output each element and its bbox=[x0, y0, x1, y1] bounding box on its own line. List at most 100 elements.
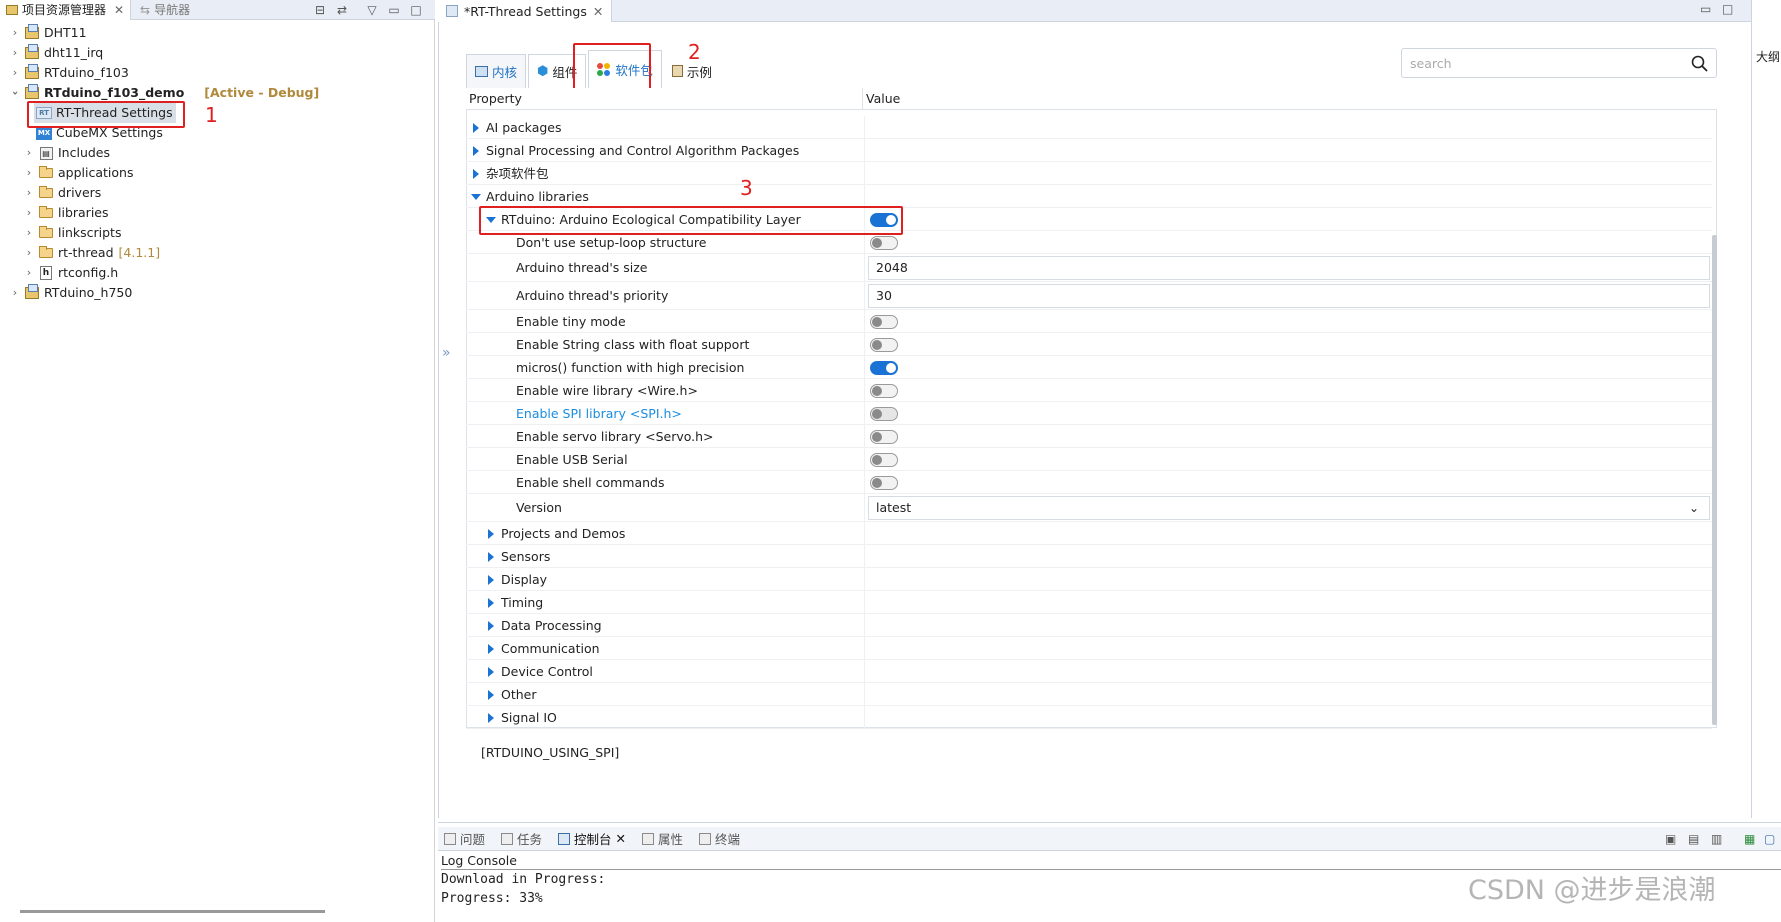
toggle-wire-library[interactable] bbox=[870, 384, 898, 398]
toggle-micros-precision[interactable] bbox=[870, 361, 898, 375]
expand-icon[interactable] bbox=[473, 169, 479, 179]
row-arduino-libraries[interactable]: Arduino libraries bbox=[466, 185, 1712, 208]
row-misc-packages[interactable]: 杂项软件包 bbox=[466, 162, 1712, 185]
search-input[interactable] bbox=[1410, 54, 1670, 72]
pin-console-icon[interactable]: ▤ bbox=[1688, 832, 1699, 846]
row-arduino-thread-size[interactable]: Arduino thread's size 2048 bbox=[466, 254, 1712, 282]
expand-icon[interactable] bbox=[488, 575, 494, 585]
row-other[interactable]: Other bbox=[466, 683, 1712, 706]
close-icon[interactable]: ✕ bbox=[593, 4, 603, 19]
tree-item-libraries[interactable]: › libraries bbox=[22, 203, 109, 223]
thread-size-input[interactable]: 2048 bbox=[868, 256, 1710, 280]
row-ai-packages[interactable]: AI packages bbox=[466, 116, 1712, 139]
double-chevron-right-icon[interactable]: » bbox=[442, 345, 458, 361]
open-console-icon[interactable]: ▦ bbox=[1744, 832, 1755, 846]
view-menu-icon[interactable]: ▽ bbox=[364, 2, 380, 18]
row-usb-serial[interactable]: Enable USB Serial bbox=[466, 448, 1712, 471]
chevron-right-icon[interactable]: › bbox=[8, 63, 22, 83]
toggle-spi-library[interactable] bbox=[870, 407, 898, 421]
tree-item-drivers[interactable]: › drivers bbox=[22, 183, 102, 203]
search-icon[interactable] bbox=[1690, 54, 1710, 74]
thread-priority-input[interactable]: 30 bbox=[868, 284, 1710, 308]
row-servo-library[interactable]: Enable servo library <Servo.h> bbox=[466, 425, 1712, 448]
close-icon[interactable]: ✕ bbox=[616, 831, 626, 846]
expand-icon[interactable] bbox=[488, 598, 494, 608]
row-shell-commands[interactable]: Enable shell commands bbox=[466, 471, 1712, 494]
tab-navigator[interactable]: ⇆ 导航器 bbox=[140, 0, 190, 20]
expand-icon[interactable] bbox=[488, 667, 494, 677]
toggle-shell-commands[interactable] bbox=[870, 476, 898, 490]
tree-item-rtduino-f103-demo[interactable]: › RTduino_f103_demo [Active - Debug] bbox=[8, 83, 319, 103]
tree-item-dht11-irq[interactable]: › dht11_irq bbox=[8, 43, 103, 63]
expand-icon[interactable] bbox=[488, 713, 494, 723]
vertical-scrollbar[interactable] bbox=[1712, 235, 1717, 725]
tree-item-linkscripts[interactable]: › linkscripts bbox=[22, 223, 122, 243]
tree-item-rtconfig-h[interactable]: › h rtconfig.h bbox=[22, 263, 118, 283]
tree-item-dht11[interactable]: › DHT11 bbox=[8, 23, 87, 43]
row-display[interactable]: Display bbox=[466, 568, 1712, 591]
row-wire-library[interactable]: Enable wire library <Wire.h> bbox=[466, 379, 1712, 402]
row-sensors[interactable]: Sensors bbox=[466, 545, 1712, 568]
column-header-property[interactable]: Property bbox=[466, 88, 522, 110]
column-header-value[interactable]: Value bbox=[862, 88, 900, 110]
toggle-servo-library[interactable] bbox=[870, 430, 898, 444]
search-box[interactable] bbox=[1401, 48, 1717, 78]
row-projects-demos[interactable]: Projects and Demos bbox=[466, 522, 1712, 545]
chevron-right-icon[interactable]: › bbox=[22, 163, 36, 183]
chevron-right-icon[interactable]: › bbox=[22, 203, 36, 223]
row-device-control[interactable]: Device Control bbox=[466, 660, 1712, 683]
row-version[interactable]: Version latest ⌄ bbox=[466, 494, 1712, 522]
chevron-right-icon[interactable]: › bbox=[22, 223, 36, 243]
row-timing[interactable]: Timing bbox=[466, 591, 1712, 614]
expand-icon[interactable] bbox=[488, 529, 494, 539]
expand-icon[interactable] bbox=[488, 690, 494, 700]
version-select[interactable]: latest ⌄ bbox=[868, 496, 1710, 520]
tab-project-explorer[interactable]: 项目资源管理器 ✕ bbox=[0, 0, 132, 20]
chevron-right-icon[interactable]: › bbox=[8, 23, 22, 43]
toggle-string-float[interactable] bbox=[870, 338, 898, 352]
row-arduino-thread-priority[interactable]: Arduino thread's priority 30 bbox=[466, 282, 1712, 310]
collapse-icon[interactable] bbox=[471, 194, 481, 200]
outline-label[interactable]: 大纲 bbox=[1756, 48, 1781, 65]
close-icon[interactable]: ✕ bbox=[114, 0, 124, 20]
row-communication[interactable]: Communication bbox=[466, 637, 1712, 660]
toggle-usb-serial[interactable] bbox=[870, 453, 898, 467]
tree-item-rt-thread[interactable]: › rt-thread [4.1.1] bbox=[22, 243, 160, 263]
tab-problems[interactable]: 问题 bbox=[444, 829, 485, 848]
tree-item-rtduino-f103[interactable]: › RTduino_f103 bbox=[8, 63, 129, 83]
tree-item-includes[interactable]: › ▤ Includes bbox=[22, 143, 110, 163]
tab-console[interactable]: 控制台 ✕ bbox=[558, 829, 626, 848]
maximize-icon[interactable]: □ bbox=[408, 2, 424, 18]
tab-terminal[interactable]: 终端 bbox=[699, 829, 740, 848]
chevron-right-icon[interactable]: › bbox=[22, 243, 36, 263]
chevron-down-icon[interactable]: › bbox=[5, 86, 25, 100]
chevron-right-icon[interactable]: › bbox=[22, 263, 36, 283]
chevron-right-icon[interactable]: › bbox=[8, 283, 22, 303]
row-signal-processing[interactable]: Signal Processing and Control Algorithm … bbox=[466, 139, 1712, 162]
row-signal-io[interactable]: Signal IO bbox=[466, 706, 1712, 729]
chevron-right-icon[interactable]: › bbox=[22, 183, 36, 203]
row-string-float[interactable]: Enable String class with float support bbox=[466, 333, 1712, 356]
toggle-no-setup-loop[interactable] bbox=[870, 236, 898, 250]
display-console-icon[interactable]: ▥ bbox=[1711, 832, 1722, 846]
expand-icon[interactable] bbox=[488, 644, 494, 654]
chevron-down-icon[interactable]: ⌄ bbox=[1689, 497, 1699, 519]
clear-console-icon[interactable]: ▣ bbox=[1665, 832, 1676, 846]
horizontal-scrollbar[interactable] bbox=[20, 910, 325, 913]
expand-icon[interactable] bbox=[473, 146, 479, 156]
link-editor-icon[interactable]: ⇄ bbox=[334, 2, 350, 18]
minimize-icon[interactable]: ▭ bbox=[1700, 2, 1711, 16]
new-console-icon[interactable]: ▢ bbox=[1764, 832, 1775, 846]
collapse-all-icon[interactable]: ⊟ bbox=[312, 2, 328, 18]
expand-icon[interactable] bbox=[488, 621, 494, 631]
tab-tasks[interactable]: 任务 bbox=[501, 829, 542, 848]
editor-tab-rt-thread-settings[interactable]: *RT-Thread Settings ✕ bbox=[438, 0, 613, 22]
expand-icon[interactable] bbox=[473, 123, 479, 133]
row-tiny-mode[interactable]: Enable tiny mode bbox=[466, 310, 1712, 333]
toggle-tiny-mode[interactable] bbox=[870, 315, 898, 329]
tree-item-applications[interactable]: › applications bbox=[22, 163, 134, 183]
row-data-processing[interactable]: Data Processing bbox=[466, 614, 1712, 637]
tab-properties[interactable]: 属性 bbox=[642, 829, 683, 848]
chevron-right-icon[interactable]: › bbox=[22, 143, 36, 163]
chevron-right-icon[interactable]: › bbox=[8, 43, 22, 63]
